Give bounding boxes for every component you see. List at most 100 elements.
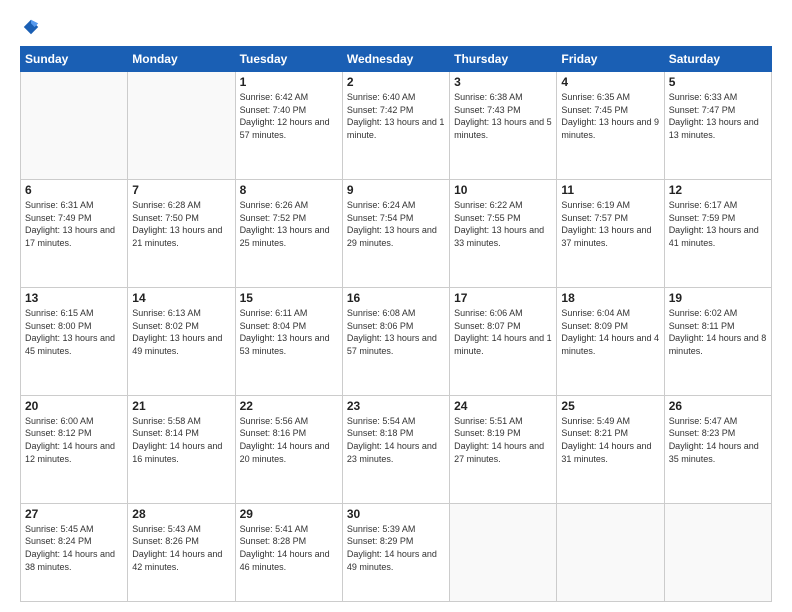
cell-content: Sunrise: 5:58 AM Sunset: 8:14 PM Dayligh… xyxy=(132,415,230,465)
cell-content: Sunrise: 6:22 AM Sunset: 7:55 PM Dayligh… xyxy=(454,199,552,249)
calendar-cell: 25Sunrise: 5:49 AM Sunset: 8:21 PM Dayli… xyxy=(557,395,664,503)
day-number: 18 xyxy=(561,291,659,305)
calendar-cell: 16 Sunrise: 6:08 AM Sunset: 8:06 PM Dayli… xyxy=(342,287,449,395)
cell-content: Sunrise: 6:28 AM Sunset: 7:50 PM Dayligh… xyxy=(132,199,230,249)
weekday-header-wednesday: Wednesday xyxy=(342,47,449,72)
day-number: 13 xyxy=(25,291,123,305)
calendar-cell: 27 Sunrise: 5:45 AM Sunset: 8:24 PM Dayli… xyxy=(21,503,128,601)
calendar-cell: 21 Sunrise: 5:58 AM Sunset: 8:14 PM Dayli… xyxy=(128,395,235,503)
day-number: 30 xyxy=(347,507,445,521)
cell-content: Sunrise: 6:00 AM Sunset: 8:12 PM Dayligh… xyxy=(25,415,123,465)
calendar-cell: 19 Sunrise: 6:02 AM Sunset: 8:11 PM Dayli… xyxy=(664,287,771,395)
day-number: 24 xyxy=(454,399,552,413)
calendar-cell xyxy=(21,72,128,180)
day-number: 9 xyxy=(347,183,445,197)
calendar-cell: 15 Sunrise: 6:11 AM Sunset: 8:04 PM Dayli… xyxy=(235,287,342,395)
calendar-week-2: 13 Sunrise: 6:15 AM Sunset: 8:00 PM Dayli… xyxy=(21,287,772,395)
day-number: 25 xyxy=(561,399,659,413)
weekday-header-monday: Monday xyxy=(128,47,235,72)
weekday-header-thursday: Thursday xyxy=(450,47,557,72)
calendar-cell: 23Sunrise: 5:54 AM Sunset: 8:18 PM Dayli… xyxy=(342,395,449,503)
logo xyxy=(20,18,40,36)
calendar-cell: 26Sunrise: 5:47 AM Sunset: 8:23 PM Dayli… xyxy=(664,395,771,503)
cell-content: Sunrise: 6:02 AM Sunset: 8:11 PM Dayligh… xyxy=(669,307,767,357)
calendar-cell: 7 Sunrise: 6:28 AM Sunset: 7:50 PM Daylig… xyxy=(128,179,235,287)
weekday-header-tuesday: Tuesday xyxy=(235,47,342,72)
cell-content: Sunrise: 6:08 AM Sunset: 8:06 PM Dayligh… xyxy=(347,307,445,357)
day-number: 7 xyxy=(132,183,230,197)
calendar-cell xyxy=(664,503,771,601)
calendar-cell: 3Sunrise: 6:38 AM Sunset: 7:43 PM Daylig… xyxy=(450,72,557,180)
header xyxy=(20,18,772,36)
calendar-cell: 30 Sunrise: 5:39 AM Sunset: 8:29 PM Dayli… xyxy=(342,503,449,601)
calendar-cell xyxy=(128,72,235,180)
day-number: 17 xyxy=(454,291,552,305)
day-number: 8 xyxy=(240,183,338,197)
day-number: 29 xyxy=(240,507,338,521)
day-number: 23 xyxy=(347,399,445,413)
weekday-header-row: SundayMondayTuesdayWednesdayThursdayFrid… xyxy=(21,47,772,72)
calendar-week-0: 1 Sunrise: 6:42 AM Sunset: 7:40 PM Daylig… xyxy=(21,72,772,180)
weekday-header-friday: Friday xyxy=(557,47,664,72)
cell-content: Sunrise: 6:42 AM Sunset: 7:40 PM Dayligh… xyxy=(240,91,338,141)
day-number: 12 xyxy=(669,183,767,197)
day-number: 28 xyxy=(132,507,230,521)
day-number: 27 xyxy=(25,507,123,521)
calendar-cell: 6 Sunrise: 6:31 AM Sunset: 7:49 PM Daylig… xyxy=(21,179,128,287)
cell-content: Sunrise: 6:17 AM Sunset: 7:59 PM Dayligh… xyxy=(669,199,767,249)
day-number: 4 xyxy=(561,75,659,89)
day-number: 3 xyxy=(454,75,552,89)
day-number: 1 xyxy=(240,75,338,89)
cell-content: Sunrise: 5:39 AM Sunset: 8:29 PM Dayligh… xyxy=(347,523,445,573)
calendar-cell xyxy=(450,503,557,601)
day-number: 19 xyxy=(669,291,767,305)
cell-content: Sunrise: 6:11 AM Sunset: 8:04 PM Dayligh… xyxy=(240,307,338,357)
cell-content: Sunrise: 5:45 AM Sunset: 8:24 PM Dayligh… xyxy=(25,523,123,573)
cell-content: Sunrise: 6:04 AM Sunset: 8:09 PM Dayligh… xyxy=(561,307,659,357)
day-number: 5 xyxy=(669,75,767,89)
calendar-cell: 18 Sunrise: 6:04 AM Sunset: 8:09 PM Dayli… xyxy=(557,287,664,395)
calendar-cell: 13 Sunrise: 6:15 AM Sunset: 8:00 PM Dayli… xyxy=(21,287,128,395)
calendar-cell: 5Sunrise: 6:33 AM Sunset: 7:47 PM Daylig… xyxy=(664,72,771,180)
calendar-week-1: 6 Sunrise: 6:31 AM Sunset: 7:49 PM Daylig… xyxy=(21,179,772,287)
logo-icon xyxy=(22,18,40,36)
day-number: 16 xyxy=(347,291,445,305)
calendar-cell: 14 Sunrise: 6:13 AM Sunset: 8:02 PM Dayli… xyxy=(128,287,235,395)
day-number: 21 xyxy=(132,399,230,413)
calendar-cell: 8Sunrise: 6:26 AM Sunset: 7:52 PM Daylig… xyxy=(235,179,342,287)
calendar-cell: 2Sunrise: 6:40 AM Sunset: 7:42 PM Daylig… xyxy=(342,72,449,180)
calendar-cell: 4 Sunrise: 6:35 AM Sunset: 7:45 PM Daylig… xyxy=(557,72,664,180)
calendar-cell: 12 Sunrise: 6:17 AM Sunset: 7:59 PM Dayli… xyxy=(664,179,771,287)
calendar-week-3: 20Sunrise: 6:00 AM Sunset: 8:12 PM Dayli… xyxy=(21,395,772,503)
day-number: 11 xyxy=(561,183,659,197)
weekday-header-saturday: Saturday xyxy=(664,47,771,72)
calendar-cell: 17 Sunrise: 6:06 AM Sunset: 8:07 PM Dayli… xyxy=(450,287,557,395)
calendar-cell xyxy=(557,503,664,601)
calendar-cell: 29 Sunrise: 5:41 AM Sunset: 8:28 PM Dayli… xyxy=(235,503,342,601)
calendar-cell: 20Sunrise: 6:00 AM Sunset: 8:12 PM Dayli… xyxy=(21,395,128,503)
cell-content: Sunrise: 5:47 AM Sunset: 8:23 PM Dayligh… xyxy=(669,415,767,465)
cell-content: Sunrise: 5:51 AM Sunset: 8:19 PM Dayligh… xyxy=(454,415,552,465)
calendar-cell: 24 Sunrise: 5:51 AM Sunset: 8:19 PM Dayli… xyxy=(450,395,557,503)
cell-content: Sunrise: 6:06 AM Sunset: 8:07 PM Dayligh… xyxy=(454,307,552,357)
cell-content: Sunrise: 5:41 AM Sunset: 8:28 PM Dayligh… xyxy=(240,523,338,573)
calendar-table: SundayMondayTuesdayWednesdayThursdayFrid… xyxy=(20,46,772,602)
day-number: 10 xyxy=(454,183,552,197)
day-number: 15 xyxy=(240,291,338,305)
cell-content: Sunrise: 6:19 AM Sunset: 7:57 PM Dayligh… xyxy=(561,199,659,249)
weekday-header-sunday: Sunday xyxy=(21,47,128,72)
cell-content: Sunrise: 5:56 AM Sunset: 8:16 PM Dayligh… xyxy=(240,415,338,465)
calendar-cell: 28 Sunrise: 5:43 AM Sunset: 8:26 PM Dayli… xyxy=(128,503,235,601)
calendar-cell: 10 Sunrise: 6:22 AM Sunset: 7:55 PM Dayli… xyxy=(450,179,557,287)
cell-content: Sunrise: 6:31 AM Sunset: 7:49 PM Dayligh… xyxy=(25,199,123,249)
day-number: 6 xyxy=(25,183,123,197)
cell-content: Sunrise: 6:13 AM Sunset: 8:02 PM Dayligh… xyxy=(132,307,230,357)
cell-content: Sunrise: 6:35 AM Sunset: 7:45 PM Dayligh… xyxy=(561,91,659,141)
cell-content: Sunrise: 5:43 AM Sunset: 8:26 PM Dayligh… xyxy=(132,523,230,573)
calendar-cell: 1 Sunrise: 6:42 AM Sunset: 7:40 PM Daylig… xyxy=(235,72,342,180)
day-number: 14 xyxy=(132,291,230,305)
day-number: 2 xyxy=(347,75,445,89)
calendar-week-4: 27 Sunrise: 5:45 AM Sunset: 8:24 PM Dayli… xyxy=(21,503,772,601)
cell-content: Sunrise: 6:15 AM Sunset: 8:00 PM Dayligh… xyxy=(25,307,123,357)
calendar-cell: 22Sunrise: 5:56 AM Sunset: 8:16 PM Dayli… xyxy=(235,395,342,503)
